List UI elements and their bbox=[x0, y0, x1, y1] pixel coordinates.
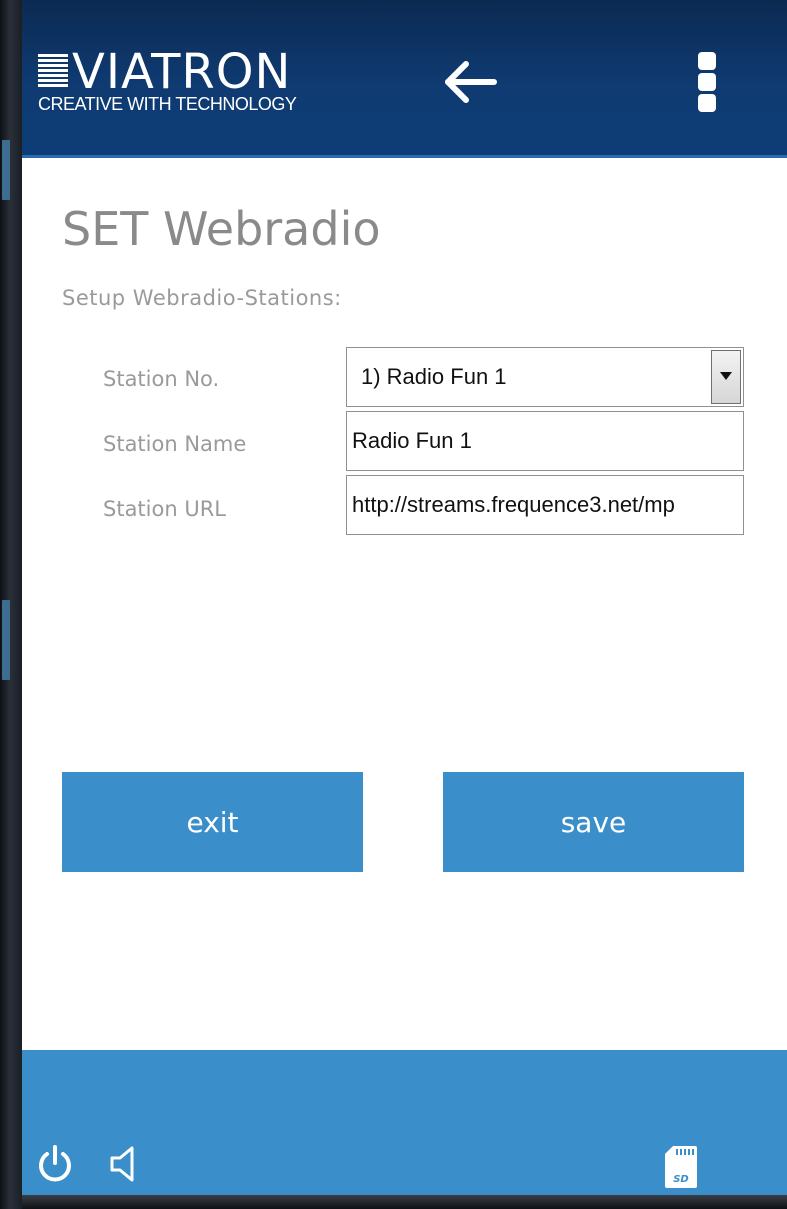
speaker-icon[interactable] bbox=[108, 1144, 140, 1184]
station-name-input[interactable] bbox=[346, 411, 744, 471]
chevron-down-icon bbox=[720, 372, 732, 380]
sd-card-icon[interactable]: SD bbox=[663, 1144, 699, 1190]
menu-dot bbox=[698, 73, 716, 91]
page-subtitle: Setup Webradio-Stations: bbox=[62, 286, 342, 310]
exit-button[interactable]: exit bbox=[62, 772, 363, 872]
station-no-select[interactable]: 1) Radio Fun 1 bbox=[346, 347, 744, 407]
station-url-input[interactable] bbox=[346, 475, 744, 535]
header-bar: VIATRON CREATIVE WITH TECHNOLOGY bbox=[22, 0, 787, 158]
desktop-edge-mark bbox=[2, 600, 10, 680]
sd-card-label: SD bbox=[673, 1174, 689, 1185]
desktop-edge bbox=[0, 0, 22, 1209]
footer-bar: SD bbox=[22, 1050, 787, 1195]
station-no-selected-value: 1) Radio Fun 1 bbox=[361, 364, 507, 389]
back-button[interactable] bbox=[440, 58, 500, 106]
station-no-label: Station No. bbox=[103, 367, 220, 391]
menu-dot bbox=[698, 94, 716, 112]
power-icon[interactable] bbox=[35, 1144, 75, 1184]
logo-tagline: CREATIVE WITH TECHNOLOGY bbox=[38, 94, 297, 114]
desktop-edge-mark bbox=[2, 140, 10, 200]
page-title: SET Webradio bbox=[62, 202, 381, 256]
save-button[interactable]: save bbox=[443, 772, 744, 872]
logo-wordmark: VIATRON bbox=[72, 44, 292, 100]
desktop-bottom-edge bbox=[22, 1195, 787, 1209]
logo-bars-icon bbox=[38, 54, 68, 90]
station-url-label: Station URL bbox=[103, 497, 226, 521]
dropdown-arrow-button[interactable] bbox=[711, 350, 741, 404]
app-window: VIATRON CREATIVE WITH TECHNOLOGY SET Web… bbox=[22, 0, 787, 1195]
viatron-logo: VIATRON CREATIVE WITH TECHNOLOGY bbox=[38, 44, 328, 124]
overflow-menu-button[interactable] bbox=[694, 52, 720, 118]
arrow-left-icon bbox=[445, 61, 497, 103]
menu-dot bbox=[698, 52, 716, 70]
station-name-label: Station Name bbox=[103, 432, 247, 456]
